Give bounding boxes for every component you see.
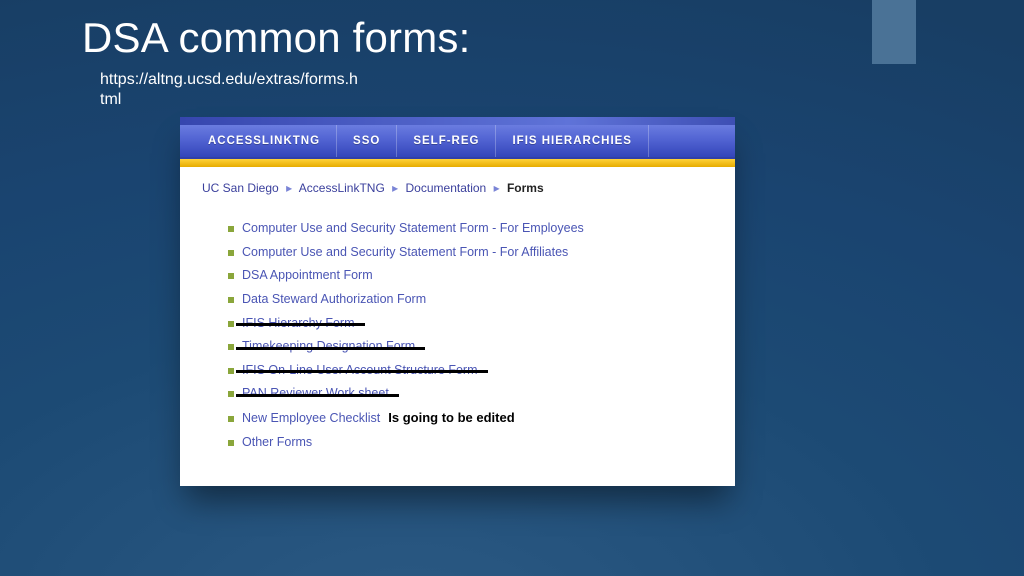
form-link[interactable]: IFIS Hierarchy Form [242, 316, 355, 332]
list-item: Data Steward Authorization Form [228, 292, 713, 308]
form-link[interactable]: New Employee Checklist [242, 411, 380, 427]
crumb-sep-icon: ▸ [388, 181, 402, 195]
accent-bar [872, 0, 916, 64]
list-item: New Employee Checklist Is going to be edi… [228, 410, 713, 427]
crumb-part[interactable]: AccessLinkTNG [299, 181, 385, 195]
slide: DSA common forms: https://altng.ucsd.edu… [0, 0, 1024, 576]
crumb-sep-icon: ▸ [282, 181, 296, 195]
form-link[interactable]: Computer Use and Security Statement Form… [242, 221, 584, 237]
list-item: DSA Appointment Form [228, 268, 713, 284]
form-link[interactable]: Data Steward Authorization Form [242, 292, 426, 308]
crumb-part[interactable]: UC San Diego [202, 181, 279, 195]
list-item: PAN Reviewer Work sheet [228, 386, 713, 402]
crumb-current: Forms [507, 181, 544, 195]
screenshot-panel: ACCESSLINKTNG SSO SELF-REG IFIS HIERARCH… [180, 117, 735, 486]
form-link[interactable]: Other Forms [242, 435, 312, 451]
list-item: IFIS On-Line User Account Structure Form [228, 363, 713, 379]
form-link[interactable]: PAN Reviewer Work sheet [242, 386, 389, 402]
bullet-icon [228, 440, 234, 446]
list-item: Other Forms [228, 435, 713, 451]
bullet-icon [228, 273, 234, 279]
forms-list: Computer Use and Security Statement Form… [180, 201, 735, 486]
form-link[interactable]: DSA Appointment Form [242, 268, 373, 284]
bullet-icon [228, 368, 234, 374]
edit-note: Is going to be edited [388, 410, 514, 426]
list-item: Computer Use and Security Statement Form… [228, 221, 713, 237]
nav-item-sso[interactable]: SSO [337, 125, 397, 157]
breadcrumb: UC San Diego ▸ AccessLinkTNG ▸ Documenta… [180, 167, 735, 201]
bullet-icon [228, 344, 234, 350]
bullet-icon [228, 297, 234, 303]
accent-strip [180, 159, 735, 167]
nav-item-ifis-hierarchies[interactable]: IFIS HIERARCHIES [496, 125, 649, 157]
list-item: Computer Use and Security Statement Form… [228, 245, 713, 261]
list-item: IFIS Hierarchy Form [228, 316, 713, 332]
bullet-icon [228, 391, 234, 397]
nav-item-accesslinktng[interactable]: ACCESSLINKTNG [192, 125, 337, 157]
form-link[interactable]: IFIS On-Line User Account Structure Form [242, 363, 478, 379]
topbar-strip [180, 117, 735, 125]
slide-title: DSA common forms: [82, 14, 471, 62]
bullet-icon [228, 226, 234, 232]
crumb-part[interactable]: Documentation [406, 181, 487, 195]
list-item: Timekeeping Designation Form [228, 339, 713, 355]
bullet-icon [228, 250, 234, 256]
bullet-icon [228, 416, 234, 422]
form-link[interactable]: Timekeeping Designation Form [242, 339, 415, 355]
form-link[interactable]: Computer Use and Security Statement Form… [242, 245, 568, 261]
bullet-icon [228, 321, 234, 327]
crumb-sep-icon: ▸ [490, 181, 504, 195]
source-url: https://altng.ucsd.edu/extras/forms.html [100, 70, 360, 110]
nav-bar: ACCESSLINKTNG SSO SELF-REG IFIS HIERARCH… [180, 125, 735, 159]
nav-item-self-reg[interactable]: SELF-REG [397, 125, 496, 157]
